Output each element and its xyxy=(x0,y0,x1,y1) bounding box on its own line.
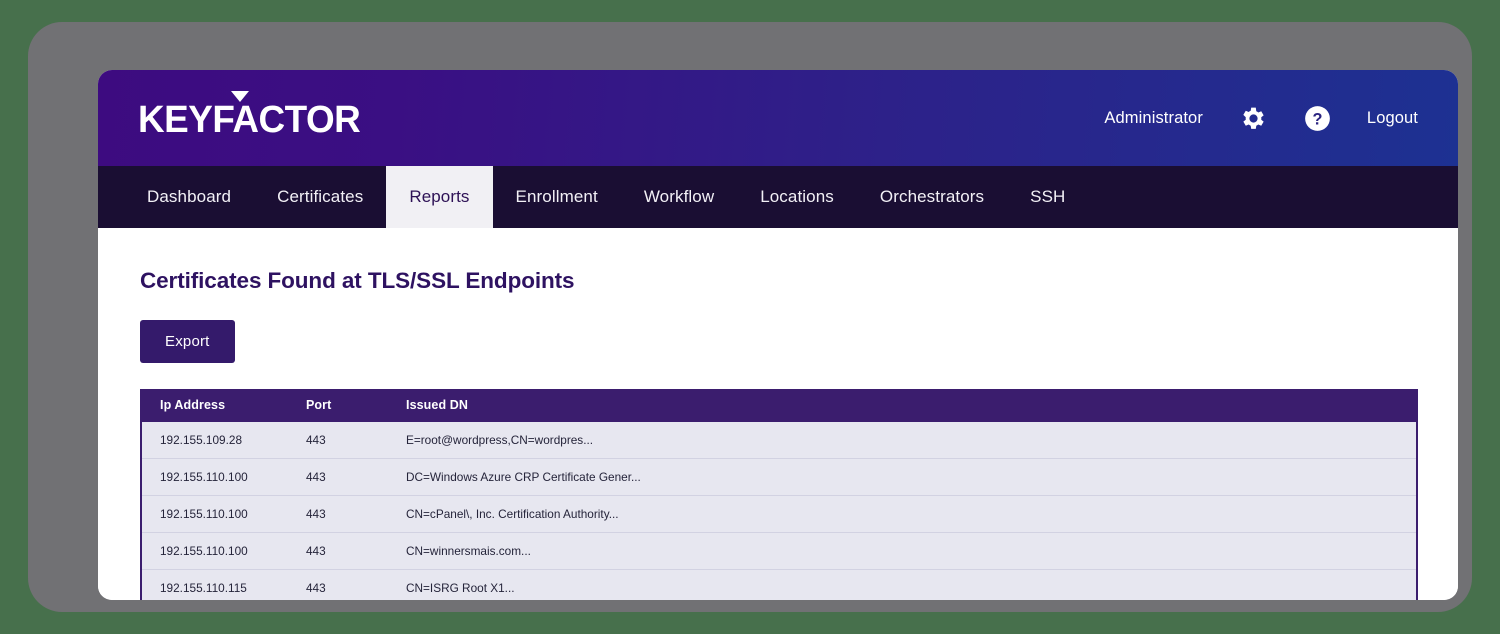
cell-port: 443 xyxy=(288,532,388,570)
table-row[interactable]: 192.155.110.100 443 DC=Windows Azure CRP C… xyxy=(142,458,1416,496)
nav-item-ssh[interactable]: SSH xyxy=(1007,166,1088,228)
table-row[interactable]: 192.155.109.28 443 E=root@wordpress,CN=wor… xyxy=(142,422,1416,459)
cell-port: 443 xyxy=(288,569,388,600)
column-header-port[interactable]: Port xyxy=(288,389,388,422)
results-table-container: Ip Address Port Issued DN 192.155.109.28… xyxy=(140,389,1418,600)
cell-port: 443 xyxy=(288,495,388,533)
cell-issued-dn: CN=ISRG Root X1... xyxy=(388,569,1416,600)
app-window: KEYFACTOR Administrator ? Logout Dashboa… xyxy=(98,70,1458,600)
table-header-row: Ip Address Port Issued DN xyxy=(142,389,1416,422)
cell-ip-address: 192.155.110.100 xyxy=(142,495,288,533)
cell-ip-address: 192.155.110.100 xyxy=(142,532,288,570)
cell-port: 443 xyxy=(288,422,388,459)
page-body: Certificates Found at TLS/SSL Endpoints … xyxy=(98,228,1458,600)
cell-ip-address: 192.155.110.100 xyxy=(142,458,288,496)
table-row[interactable]: 192.155.110.115 443 CN=ISRG Root X1... xyxy=(142,569,1416,600)
cell-issued-dn: CN=winnersmais.com... xyxy=(388,532,1416,570)
gear-icon[interactable] xyxy=(1239,104,1268,133)
cell-port: 443 xyxy=(288,458,388,496)
nav-item-certificates[interactable]: Certificates xyxy=(254,166,386,228)
cell-ip-address: 192.155.110.115 xyxy=(142,569,288,600)
cell-issued-dn: E=root@wordpress,CN=wordpres... xyxy=(388,422,1416,459)
column-header-issued-dn[interactable]: Issued DN xyxy=(388,389,1416,422)
header-actions: Administrator ? Logout xyxy=(1104,104,1418,133)
nav-item-reports[interactable]: Reports xyxy=(386,166,493,228)
nav-item-dashboard[interactable]: Dashboard xyxy=(124,166,254,228)
main-nav: Dashboard Certificates Reports Enrollmen… xyxy=(98,166,1458,228)
nav-item-orchestrators[interactable]: Orchestrators xyxy=(857,166,1007,228)
question-circle-icon[interactable]: ? xyxy=(1304,105,1331,132)
user-label: Administrator xyxy=(1104,108,1203,127)
cell-ip-address: 192.155.109.28 xyxy=(142,422,288,459)
logo-text: KEYFACTOR xyxy=(138,98,361,141)
cell-issued-dn: CN=cPanel\, Inc. Certification Authority… xyxy=(388,495,1416,533)
results-table-body: 192.155.109.28 443 E=root@wordpress,CN=wor… xyxy=(142,422,1416,600)
keyfactor-logo[interactable]: KEYFACTOR xyxy=(138,90,367,142)
cell-issued-dn: DC=Windows Azure CRP Certificate Gener..… xyxy=(388,458,1416,496)
logout-link[interactable]: Logout xyxy=(1367,109,1418,128)
export-button[interactable]: Export xyxy=(140,320,235,363)
results-table-head: Ip Address Port Issued DN xyxy=(142,389,1416,422)
nav-item-workflow[interactable]: Workflow xyxy=(621,166,737,228)
nav-item-locations[interactable]: Locations xyxy=(737,166,857,228)
column-header-ip-address[interactable]: Ip Address xyxy=(142,389,288,422)
page-title: Certificates Found at TLS/SSL Endpoints xyxy=(140,268,575,293)
results-table: Ip Address Port Issued DN 192.155.109.28… xyxy=(142,389,1416,600)
svg-text:?: ? xyxy=(1312,110,1322,128)
table-row[interactable]: 192.155.110.100 443 CN=cPanel\, Inc. Certi… xyxy=(142,495,1416,533)
table-row[interactable]: 192.155.110.100 443 CN=winnersmais.com... xyxy=(142,532,1416,570)
nav-item-enrollment[interactable]: Enrollment xyxy=(493,166,621,228)
device-frame: KEYFACTOR Administrator ? Logout Dashboa… xyxy=(28,22,1472,612)
app-header: KEYFACTOR Administrator ? Logout xyxy=(98,70,1458,166)
